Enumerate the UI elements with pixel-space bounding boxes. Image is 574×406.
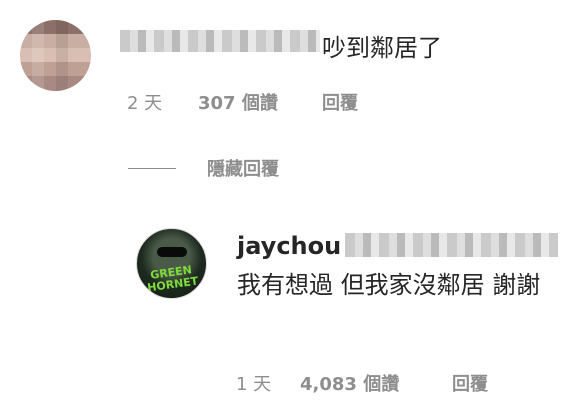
reply-username[interactable]: jaychou	[237, 232, 341, 260]
comment-reply-button[interactable]: 回覆	[322, 89, 358, 115]
comment-likes[interactable]: 307 個讚	[198, 89, 278, 115]
commenter-avatar[interactable]	[20, 20, 91, 91]
reply-text: 我有想過 但我家沒鄰居 謝謝	[237, 271, 541, 299]
mask-graphic	[157, 247, 187, 257]
reply-avatar[interactable]: GREEN HORNET	[136, 228, 207, 299]
comment-text: 吵到鄰居了	[322, 34, 442, 62]
reply-reply-button[interactable]: 回覆	[452, 370, 488, 396]
replies-divider	[128, 168, 176, 169]
reply-time: 1 天	[236, 374, 272, 395]
hide-replies-button[interactable]: 隱藏回覆	[207, 155, 279, 181]
reply-username-suffix-redacted	[345, 233, 558, 257]
reply-likes[interactable]: 4,083 個讚	[300, 370, 399, 396]
avatar-logo-text: GREEN HORNET	[146, 263, 200, 295]
comment-time: 2 天	[127, 93, 163, 114]
commenter-username-redacted[interactable]	[120, 30, 320, 52]
